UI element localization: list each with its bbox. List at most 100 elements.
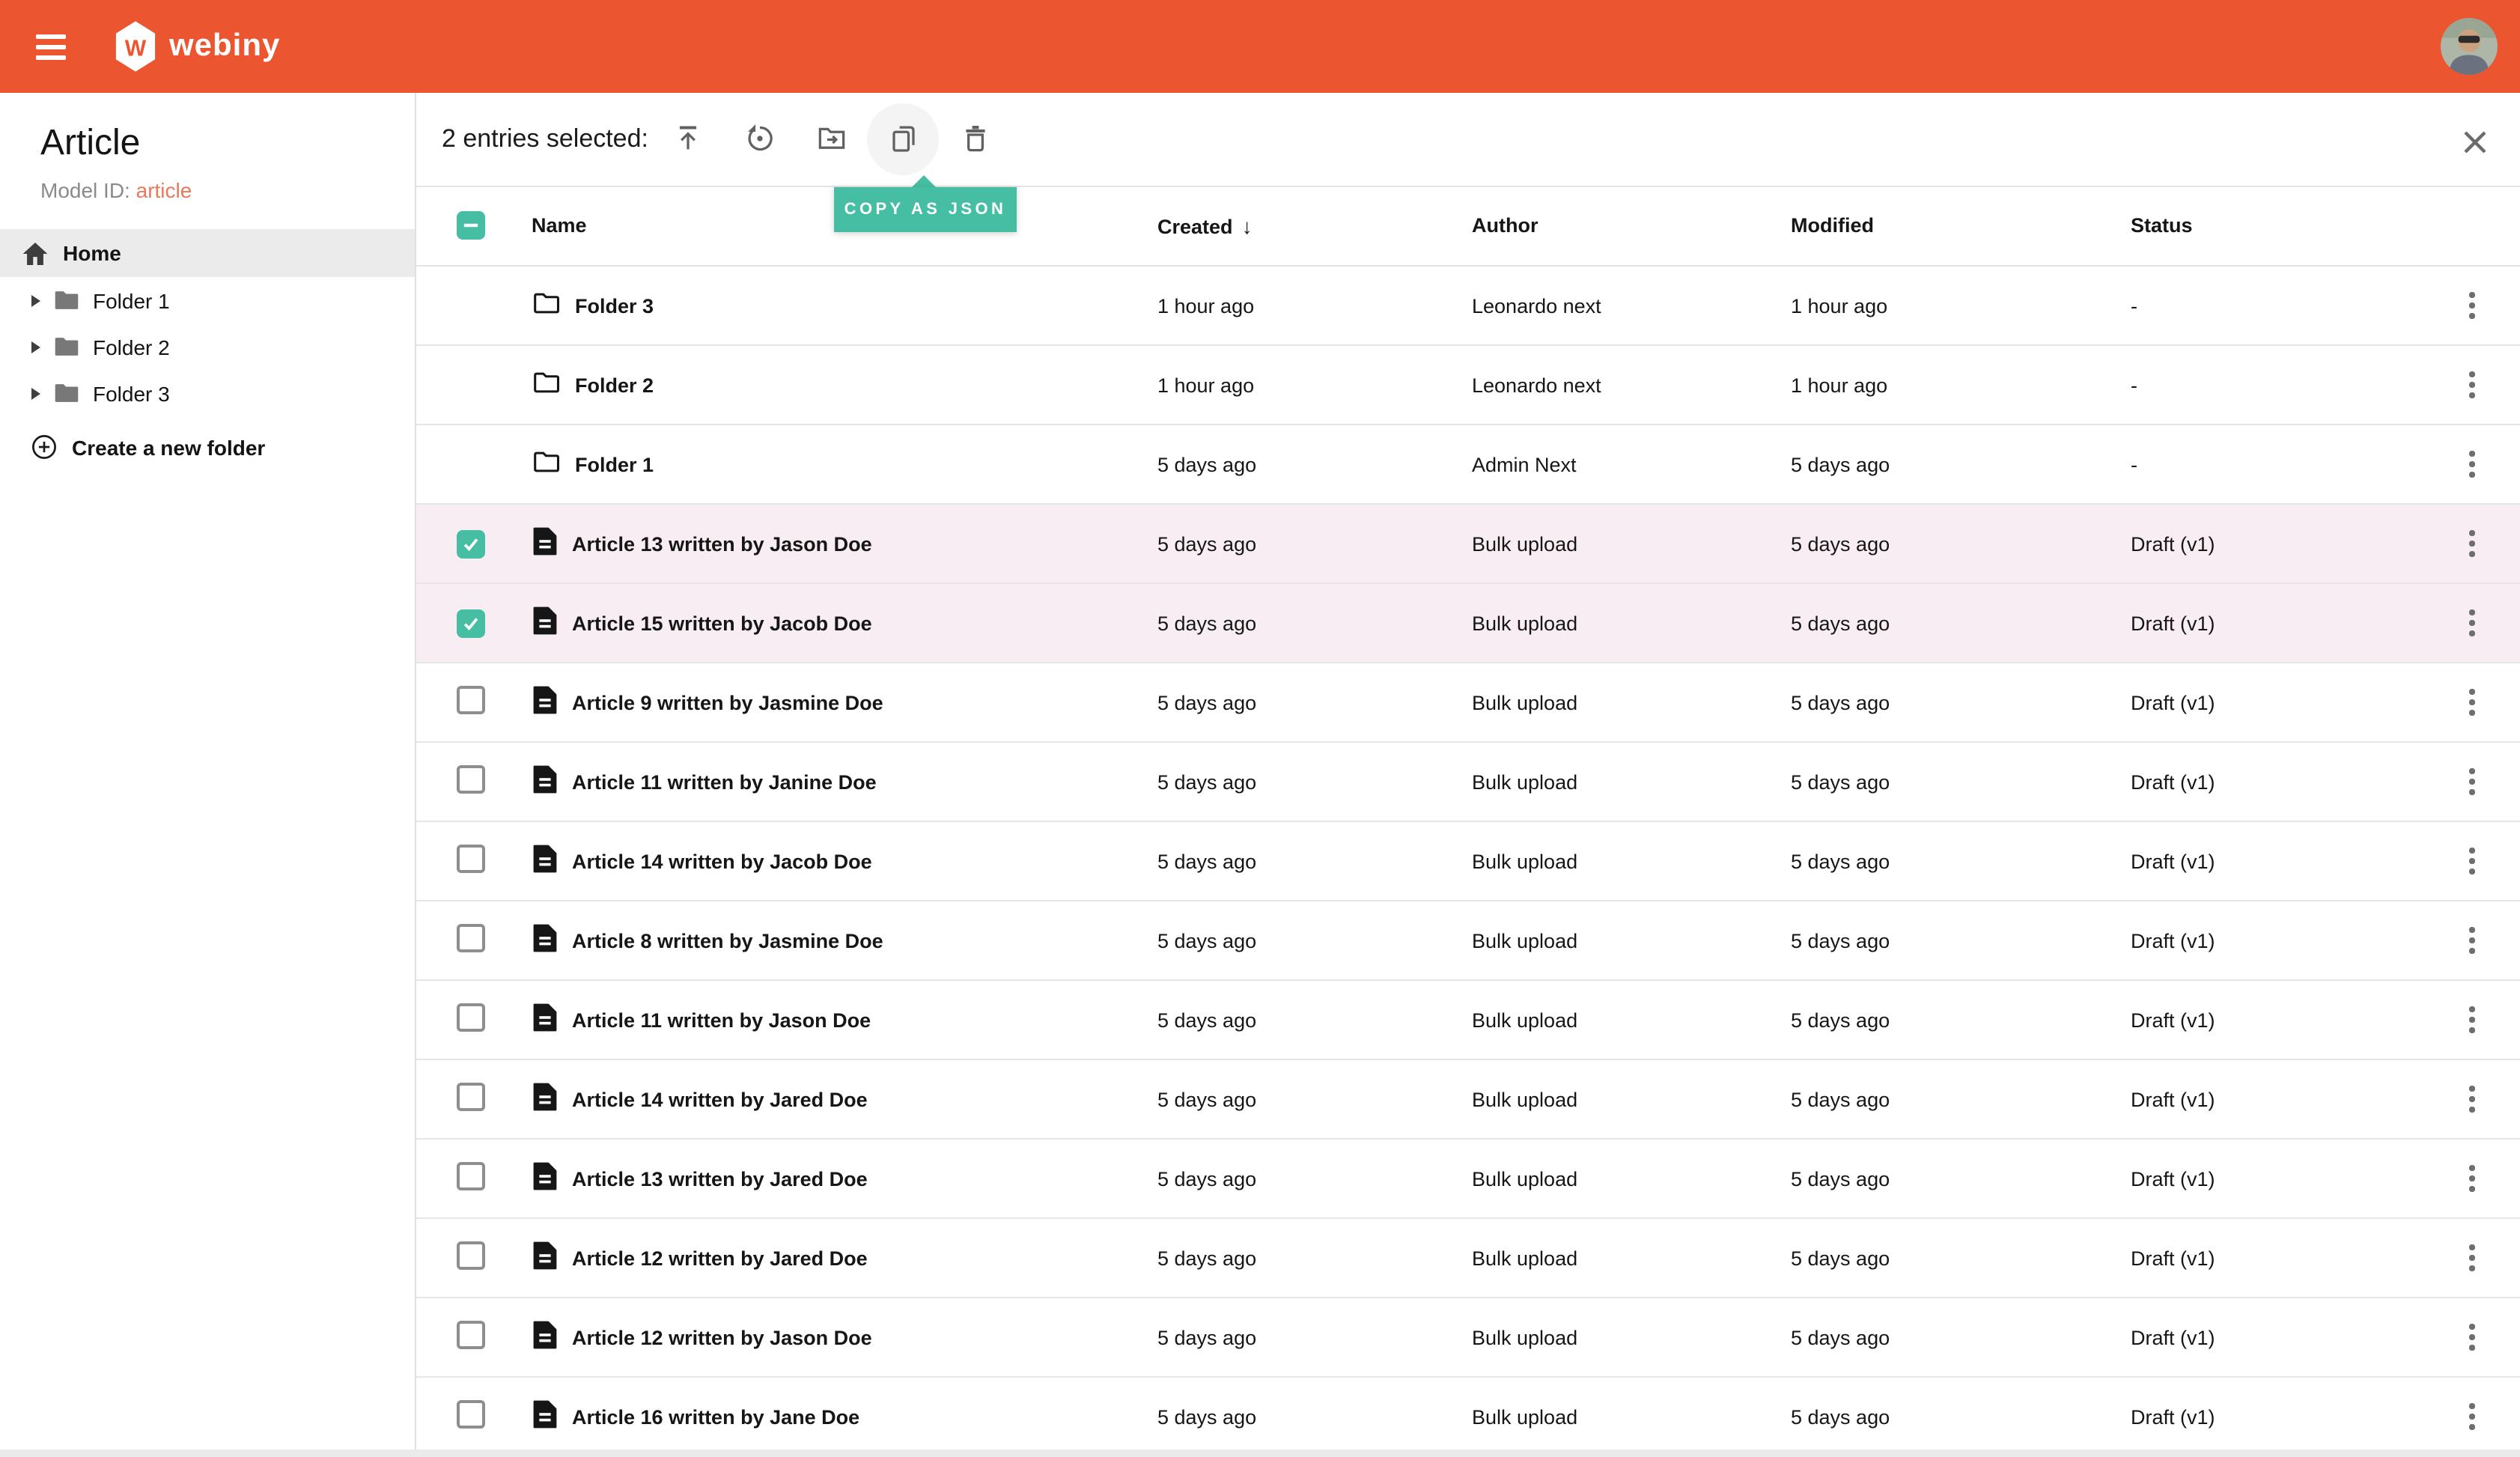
row-menu-kebab-icon[interactable]: [2463, 287, 2480, 325]
row-checkbox-slot: [457, 1162, 485, 1195]
horizontal-scrollbar[interactable]: [0, 1450, 2520, 1457]
table-row[interactable]: Article 12 written by Jason Doe 5 days a…: [416, 1298, 2520, 1378]
sidebar-item-folder-3[interactable]: Folder 3: [0, 370, 415, 416]
folder-icon: [533, 292, 560, 319]
row-checkbox[interactable]: [457, 1083, 485, 1111]
user-avatar[interactable]: [2441, 18, 2498, 75]
entry-name: Folder 3: [575, 294, 654, 317]
entry-status: Draft (v1): [2131, 612, 2215, 634]
table-row[interactable]: Folder 3 1 hour ago Leonardo next 1 hour…: [416, 267, 2520, 346]
table-row[interactable]: Article 16 written by Jane Doe 5 days ag…: [416, 1378, 2520, 1457]
column-header-modified[interactable]: Modified: [1791, 215, 2131, 237]
caret-right-icon[interactable]: [31, 341, 40, 353]
model-id-label: Model ID:: [40, 178, 130, 202]
caret-right-icon[interactable]: [31, 294, 40, 306]
move-to-folder-button[interactable]: [816, 124, 847, 155]
row-menu-kebab-icon[interactable]: [2463, 366, 2480, 404]
row-checkbox[interactable]: [457, 924, 485, 952]
select-all-checkbox[interactable]: [457, 211, 485, 240]
row-menu-kebab-icon[interactable]: [2463, 1001, 2480, 1039]
folder-icon: [533, 371, 560, 398]
sidebar-item-folder-2[interactable]: Folder 2: [0, 323, 415, 370]
entry-created: 5 days ago: [1157, 1167, 1257, 1190]
table-row[interactable]: Article 11 written by Janine Doe 5 days …: [416, 743, 2520, 822]
entry-created: 5 days ago: [1157, 1326, 1257, 1348]
row-checkbox[interactable]: [457, 1162, 485, 1190]
row-checkbox[interactable]: [457, 529, 485, 558]
row-menu-kebab-icon[interactable]: [2463, 1080, 2480, 1119]
row-checkbox-slot: [457, 1241, 485, 1274]
table-row[interactable]: Article 9 written by Jasmine Doe 5 days …: [416, 663, 2520, 743]
entry-name: Article 12 written by Jason Doe: [572, 1326, 872, 1348]
row-menu-kebab-icon[interactable]: [2463, 922, 2480, 960]
entry-name: Article 9 written by Jasmine Doe: [572, 691, 883, 714]
table-row[interactable]: Article 13 written by Jared Doe 5 days a…: [416, 1140, 2520, 1219]
entry-status: Draft (v1): [2131, 691, 2215, 714]
row-checkbox[interactable]: [457, 609, 485, 637]
table-row[interactable]: Article 14 written by Jacob Doe 5 days a…: [416, 822, 2520, 901]
entry-modified: 5 days ago: [1791, 1247, 1890, 1269]
column-header-status[interactable]: Status: [2131, 215, 2463, 237]
delete-button[interactable]: [960, 124, 991, 155]
row-menu-kebab-icon[interactable]: [2463, 1160, 2480, 1198]
entry-modified: 1 hour ago: [1791, 294, 1888, 317]
row-checkbox[interactable]: [457, 686, 485, 714]
webiny-logo[interactable]: W webiny: [114, 19, 280, 73]
table-row[interactable]: Article 15 written by Jacob Doe 5 days a…: [416, 584, 2520, 663]
unpublish-button[interactable]: [744, 124, 776, 155]
entry-created: 1 hour ago: [1157, 294, 1255, 317]
caret-right-icon[interactable]: [31, 387, 40, 399]
row-checkbox[interactable]: [457, 1400, 485, 1429]
row-checkbox[interactable]: [457, 1321, 485, 1349]
row-menu-kebab-icon[interactable]: [2463, 763, 2480, 801]
folder-icon: [55, 384, 79, 402]
row-menu-kebab-icon[interactable]: [2463, 684, 2480, 722]
sidebar-item-home[interactable]: Home: [0, 229, 415, 277]
webiny-logo-hexagon-icon: W: [115, 21, 156, 72]
row-menu-kebab-icon[interactable]: [2463, 604, 2480, 642]
table-row[interactable]: Article 8 written by Jasmine Doe 5 days …: [416, 901, 2520, 981]
entry-author: Bulk upload: [1472, 612, 1578, 634]
sidebar-item-folder-1[interactable]: Folder 1: [0, 277, 415, 323]
entry-modified: 5 days ago: [1791, 612, 1890, 634]
close-icon: [2464, 131, 2486, 153]
table-row[interactable]: Article 11 written by Jason Doe 5 days a…: [416, 981, 2520, 1060]
create-new-folder-button[interactable]: Create a new folder: [0, 434, 415, 460]
row-menu-kebab-icon[interactable]: [2463, 445, 2480, 484]
row-checkbox[interactable]: [457, 1003, 485, 1032]
entry-name: Article 11 written by Janine Doe: [572, 770, 877, 793]
topbar: W webiny: [0, 0, 2520, 93]
row-checkbox[interactable]: [457, 1241, 485, 1270]
document-icon: [533, 606, 557, 639]
entry-status: Draft (v1): [2131, 1009, 2215, 1031]
model-id-link[interactable]: article: [136, 178, 192, 202]
app-window: W webiny Article Model ID: article Home …: [0, 0, 2520, 1457]
table-row[interactable]: Article 14 written by Jared Doe 5 days a…: [416, 1060, 2520, 1140]
entry-status: Draft (v1): [2131, 1167, 2215, 1190]
row-checkbox[interactable]: [457, 765, 485, 794]
row-menu-kebab-icon[interactable]: [2463, 1318, 2480, 1357]
table-row[interactable]: Folder 2 1 hour ago Leonardo next 1 hour…: [416, 346, 2520, 425]
create-new-folder-label: Create a new folder: [72, 435, 266, 459]
table-row[interactable]: Article 13 written by Jason Doe 5 days a…: [416, 505, 2520, 584]
copy-as-json-button[interactable]: [888, 124, 919, 155]
entry-created: 5 days ago: [1157, 1009, 1257, 1031]
entry-name: Article 14 written by Jared Doe: [572, 1088, 868, 1110]
avatar-photo: [2441, 18, 2498, 75]
close-selection-button[interactable]: [2460, 127, 2490, 157]
table-row[interactable]: Article 12 written by Jared Doe 5 days a…: [416, 1219, 2520, 1298]
publish-button[interactable]: [672, 124, 704, 155]
home-icon: [22, 242, 48, 264]
trash-icon: [966, 126, 985, 153]
entry-name: Article 15 written by Jacob Doe: [572, 612, 872, 634]
row-menu-kebab-icon[interactable]: [2463, 1239, 2480, 1277]
table-row[interactable]: Folder 1 5 days ago Admin Next 5 days ag…: [416, 425, 2520, 505]
row-checkbox-slot: [457, 609, 485, 637]
column-header-author[interactable]: Author: [1472, 215, 1791, 237]
row-menu-kebab-icon[interactable]: [2463, 525, 2480, 563]
row-menu-kebab-icon[interactable]: [2463, 1398, 2480, 1436]
row-menu-kebab-icon[interactable]: [2463, 842, 2480, 880]
row-checkbox[interactable]: [457, 845, 485, 873]
hamburger-menu-icon[interactable]: [36, 34, 66, 59]
column-header-created[interactable]: Created ↓: [1157, 214, 1472, 238]
